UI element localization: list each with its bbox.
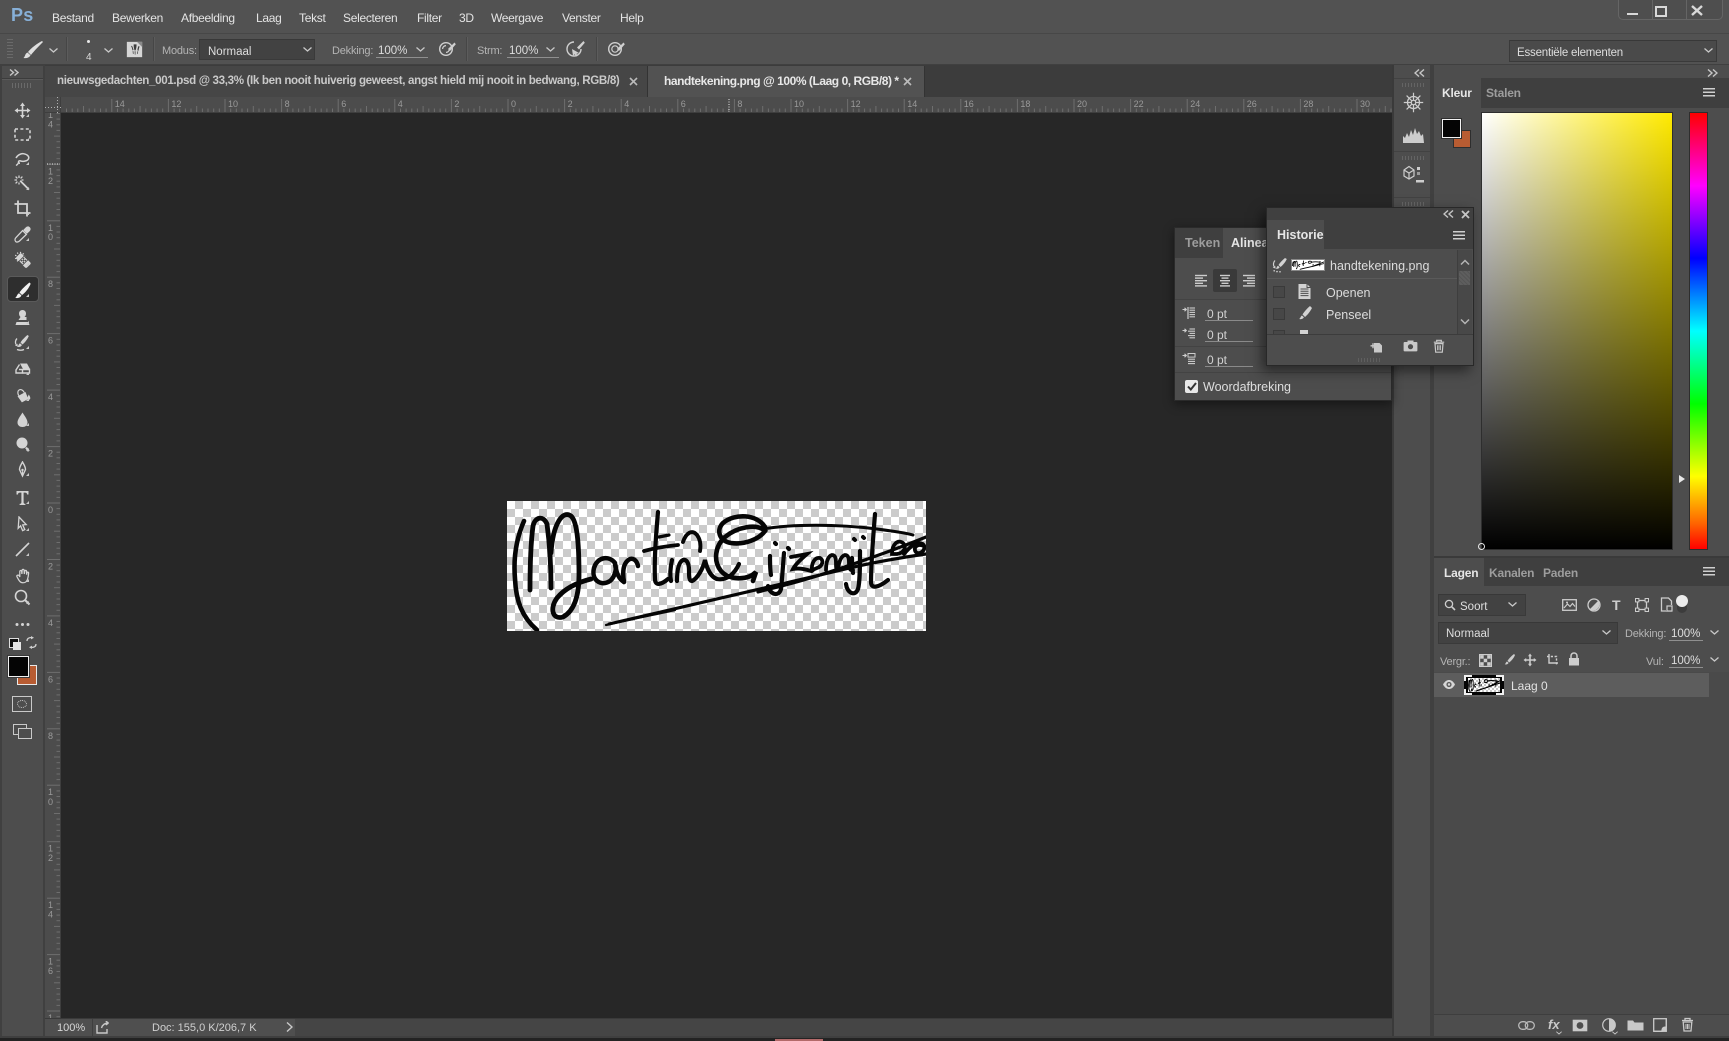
svg-text:2: 2 xyxy=(568,99,573,109)
svg-text:12: 12 xyxy=(851,99,861,109)
svg-text:2: 2 xyxy=(48,562,53,572)
svg-text:4: 4 xyxy=(48,618,53,628)
svg-text:4: 4 xyxy=(624,99,629,109)
svg-text:4: 4 xyxy=(48,910,53,920)
svg-text:8: 8 xyxy=(48,279,53,289)
svg-text:14: 14 xyxy=(115,99,125,109)
svg-text:6: 6 xyxy=(48,966,53,976)
svg-text:26: 26 xyxy=(1247,99,1257,109)
svg-text:1: 1 xyxy=(48,957,53,967)
svg-text:4: 4 xyxy=(48,392,53,402)
svg-text:4: 4 xyxy=(48,119,53,129)
svg-text:6: 6 xyxy=(681,99,686,109)
svg-text:4: 4 xyxy=(398,99,403,109)
svg-text:0: 0 xyxy=(48,797,53,807)
svg-text:2: 2 xyxy=(48,176,53,186)
svg-text:18: 18 xyxy=(1020,99,1030,109)
svg-text:10: 10 xyxy=(228,99,238,109)
svg-text:24: 24 xyxy=(1190,99,1200,109)
svg-text:8: 8 xyxy=(737,99,742,109)
svg-text:6: 6 xyxy=(341,99,346,109)
svg-text:20: 20 xyxy=(1077,99,1087,109)
svg-text:1: 1 xyxy=(48,844,53,854)
svg-text:6: 6 xyxy=(48,336,53,346)
svg-text:0: 0 xyxy=(48,505,53,515)
svg-text:2: 2 xyxy=(454,99,459,109)
svg-text:28: 28 xyxy=(1303,99,1313,109)
svg-text:2: 2 xyxy=(48,853,53,863)
svg-text:8: 8 xyxy=(285,99,290,109)
svg-text:22: 22 xyxy=(1134,99,1144,109)
svg-text:6: 6 xyxy=(48,674,53,684)
svg-text:10: 10 xyxy=(794,99,804,109)
svg-text:0: 0 xyxy=(511,99,516,109)
svg-text:30: 30 xyxy=(1360,99,1370,109)
svg-text:12: 12 xyxy=(171,99,181,109)
svg-text:2: 2 xyxy=(48,449,53,459)
svg-text:14: 14 xyxy=(907,99,917,109)
svg-text:16: 16 xyxy=(964,99,974,109)
svg-text:0: 0 xyxy=(48,232,53,242)
svg-text:1: 1 xyxy=(48,166,53,176)
svg-text:8: 8 xyxy=(48,731,53,741)
svg-text:1: 1 xyxy=(48,900,53,910)
svg-text:1: 1 xyxy=(48,787,53,797)
